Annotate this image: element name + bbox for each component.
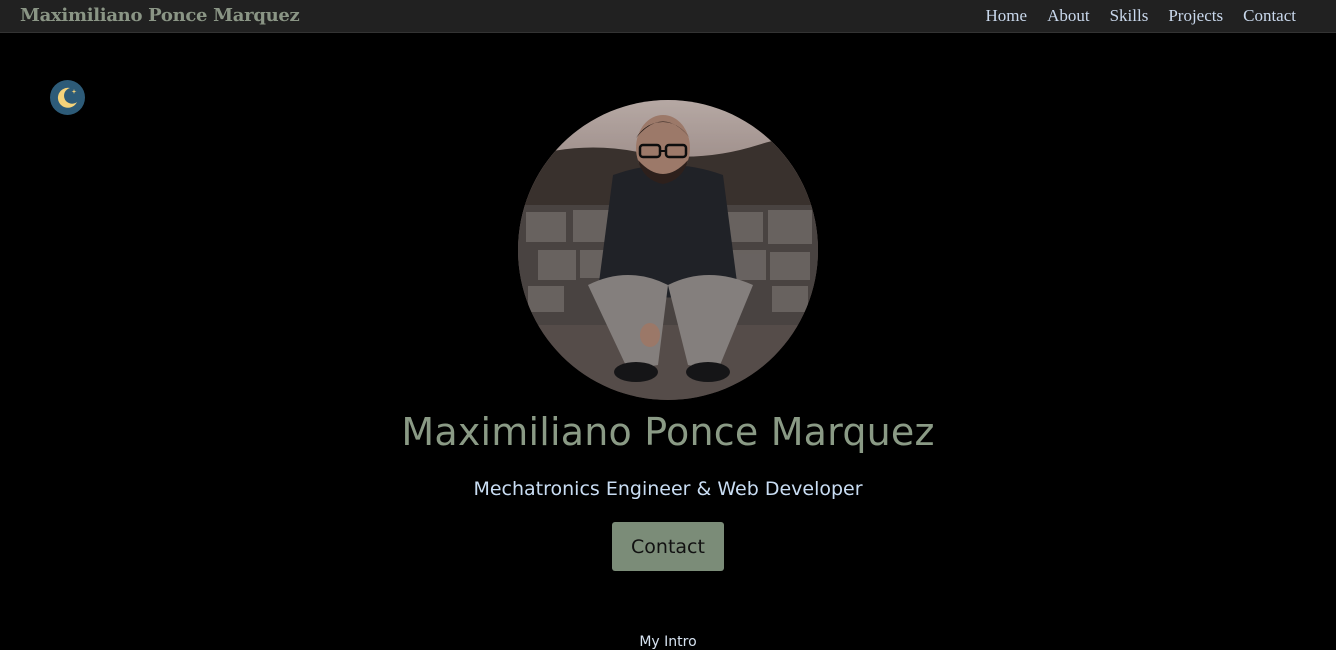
profile-photo <box>518 100 818 400</box>
profile-photo-image <box>518 100 818 400</box>
brand-link[interactable]: Maximiliano Ponce Marquez <box>20 5 300 26</box>
nav-projects[interactable]: Projects <box>1168 6 1223 26</box>
nav-about[interactable]: About <box>1047 6 1090 26</box>
moon-icon <box>57 87 77 108</box>
intro-section-label[interactable]: My Intro <box>0 634 1336 650</box>
contact-button[interactable]: Contact <box>612 522 724 571</box>
hero-tagline: Mechatronics Engineer & Web Developer <box>473 478 863 500</box>
navbar: Maximiliano Ponce Marquez Home About Ski… <box>0 0 1336 33</box>
nav-links: Home About Skills Projects Contact <box>986 6 1296 26</box>
theme-toggle-button[interactable] <box>50 80 85 115</box>
nav-home[interactable]: Home <box>986 6 1028 26</box>
nav-skills[interactable]: Skills <box>1110 6 1149 26</box>
hero-name: Maximiliano Ponce Marquez <box>401 410 935 454</box>
nav-contact[interactable]: Contact <box>1243 6 1296 26</box>
